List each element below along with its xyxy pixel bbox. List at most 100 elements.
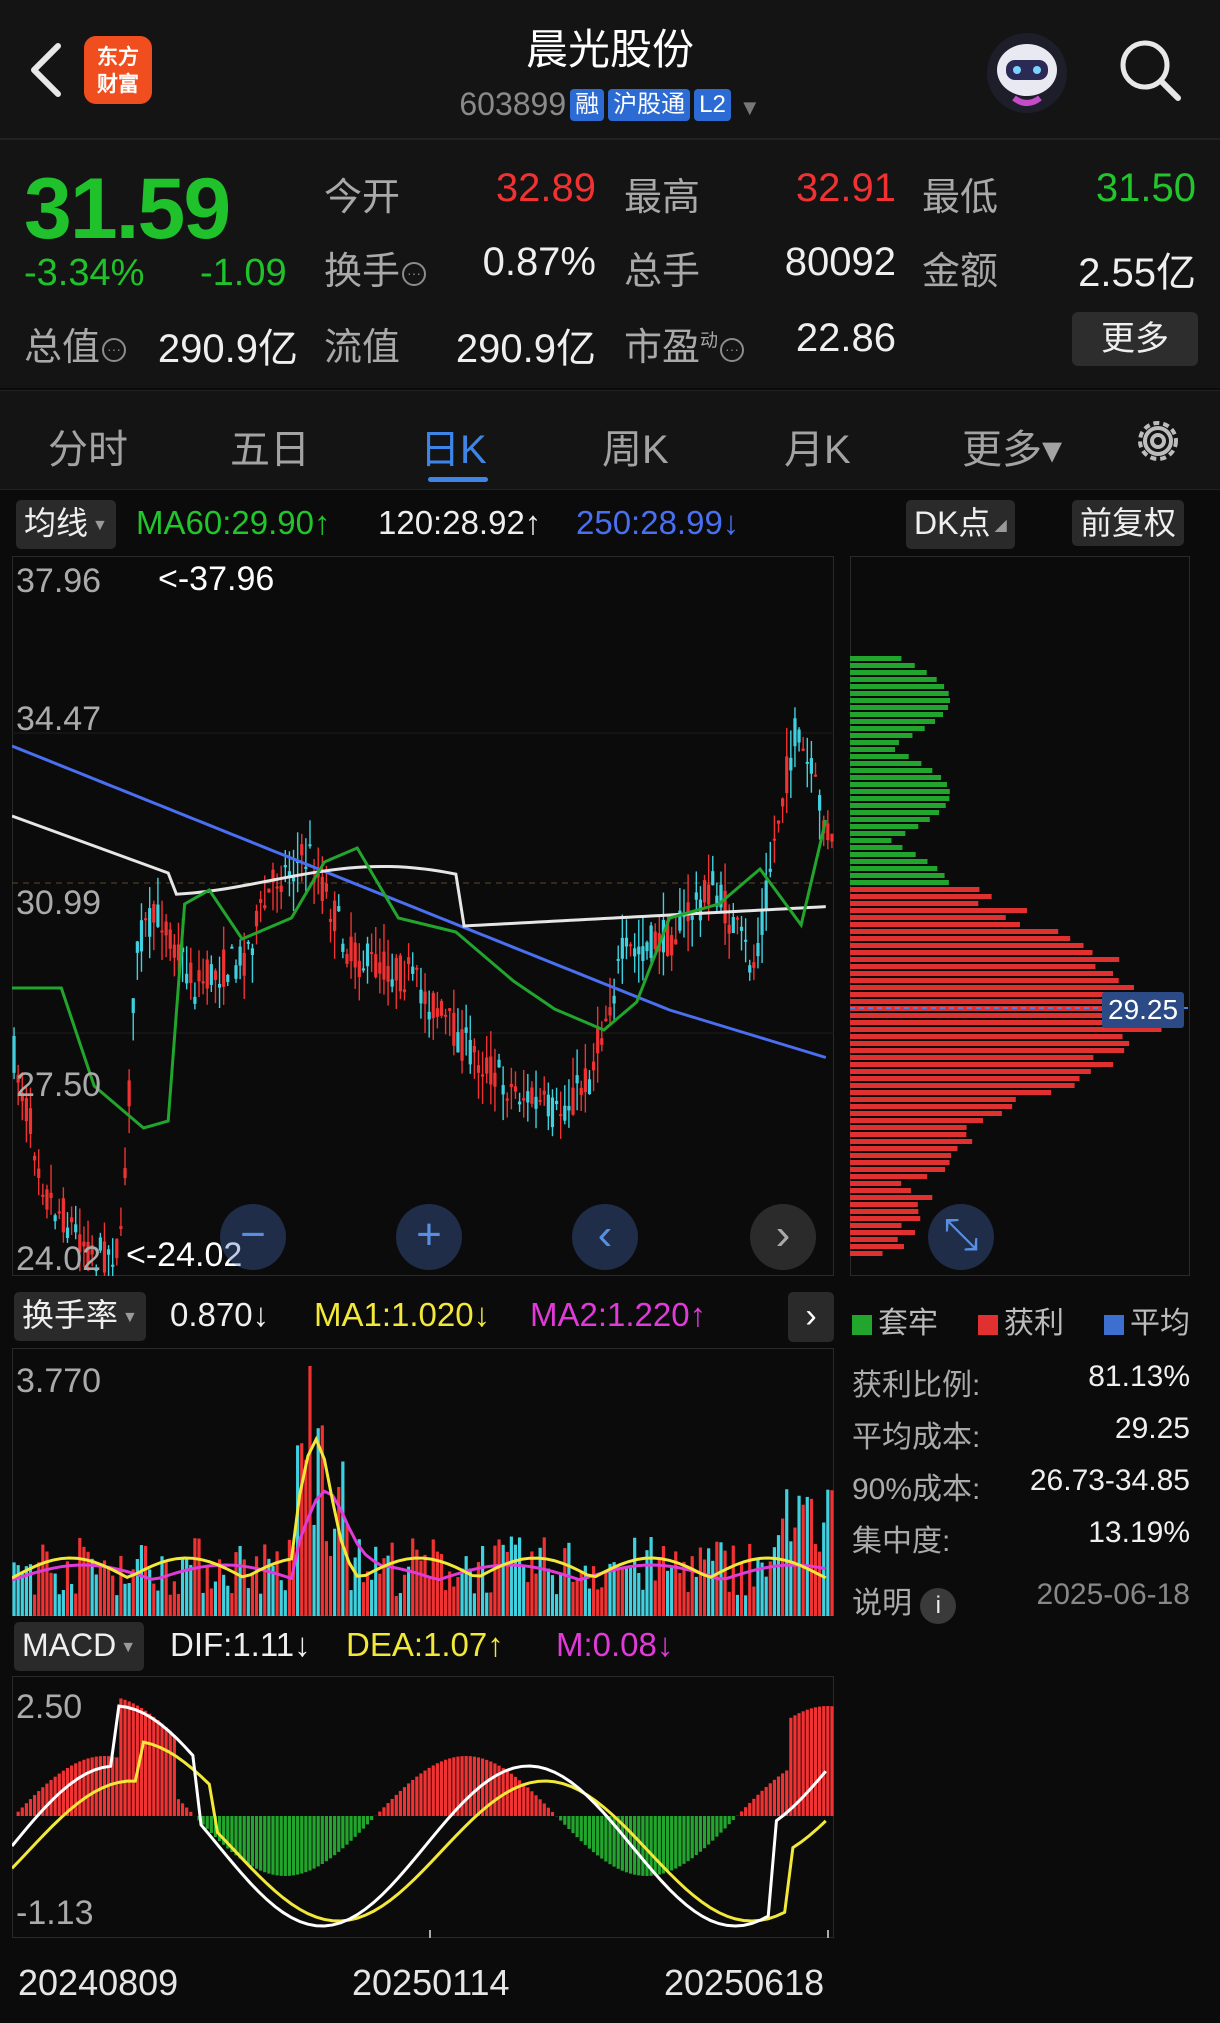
macd-bar [341,1816,345,1849]
candle-body [600,1038,604,1045]
tab-more[interactable]: 更多▾ [962,417,1062,475]
candle-body [33,1155,37,1161]
macd-bar [45,1783,49,1816]
assistant-robot-icon[interactable] [984,30,1070,116]
macd-chart [12,1676,834,1938]
macd-selector[interactable]: MACD ▼ [14,1622,145,1671]
scroll-left-button[interactable]: ‹ [572,1204,638,1270]
tab-intraday[interactable]: 分时 [48,417,128,475]
search-icon[interactable] [1114,34,1186,106]
candle-body [620,937,624,959]
info-icon[interactable]: i [920,1588,957,1624]
scroll-right-button[interactable]: › [750,1204,816,1270]
turnover-bar [189,1564,193,1616]
macd-bar [423,1770,427,1816]
turnover-value: 0.87% [482,240,596,284]
macd-bar [731,1816,735,1820]
turnover-bar [587,1588,592,1616]
turnover-bar [324,1541,329,1616]
macd-bar [316,1816,320,1867]
candle-body [407,957,411,964]
candle-body [164,921,168,936]
x-axis-end: 20250618 [664,1962,825,2003]
candle-body [608,1007,612,1016]
note-label[interactable]: 说明 i [852,1578,957,1624]
kline-chart[interactable] [12,556,834,1276]
macd-bar [283,1816,287,1876]
macd-bar [813,1707,818,1816]
chip-bar [850,1118,983,1123]
candle-body [591,1061,596,1071]
candle-body [653,931,657,950]
chip-bar [850,866,938,871]
candle-body [604,1018,608,1022]
macd-bar [308,1816,312,1871]
turnover-bar [254,1556,259,1616]
turnover-bar [283,1590,287,1616]
turnover-bar [370,1579,374,1616]
tab-monthly-k[interactable]: 月K [784,417,851,475]
turnover-bar [452,1586,456,1616]
info-icon[interactable]: ··· [402,262,427,286]
turnover-bar [106,1565,111,1616]
candle-body [497,1059,501,1068]
tab-5day[interactable]: 五日 [230,417,310,475]
chip-bar [850,1153,952,1158]
turnover-chart [12,1348,834,1616]
macd-bar [254,1816,259,1869]
turnover-bar [456,1577,460,1616]
macd-bar [698,1816,703,1852]
adjust-selector[interactable]: 前复权 [1072,500,1185,546]
chip-bar [850,1048,1125,1053]
info-icon[interactable]: ··· [102,338,127,362]
float-label: 流值 [324,327,401,369]
candle-body [148,908,152,937]
tab-daily-k[interactable]: 日K [420,417,487,475]
turnover-bar [768,1561,772,1616]
turnover-bar [641,1589,645,1616]
ma250-legend: 250:28.99↓ [576,504,740,541]
ma-selector[interactable]: 均线 ▼ [16,500,116,549]
macd-y-top: 2.50 [16,1688,83,1726]
more-quote-button[interactable]: 更多 [1072,312,1198,366]
turnover-bar [694,1576,698,1616]
info-icon[interactable]: ··· [720,338,745,362]
turnover-bar [517,1537,522,1616]
turnover-bar [172,1581,176,1616]
ma60-legend: MA60:29.90↑ [136,504,331,541]
macd-bar [78,1761,82,1816]
dropdown-icon[interactable]: ▼ [739,95,761,120]
turnover-bar [33,1594,37,1616]
candle-body [575,1075,579,1084]
expand-chip-icon[interactable]: ⤡ [928,1204,994,1270]
back-icon[interactable] [22,40,70,100]
chip-bar [850,691,949,696]
turnover-bar [513,1544,518,1616]
candle-body [628,944,633,947]
candle-body [472,1045,476,1053]
macd-bar [82,1759,86,1816]
macd-bar [123,1699,127,1816]
macd-bar [830,1706,834,1816]
macd-bar [378,1811,382,1816]
gear-icon[interactable] [1130,413,1186,469]
turnover-bar [628,1568,633,1616]
chip-bar [850,943,1084,948]
turnover-selector[interactable]: 换手率 ▼ [14,1292,146,1341]
zoom-out-button[interactable]: − [220,1204,286,1270]
tab-weekly-k[interactable]: 周K [602,417,669,475]
change-amount: -1.09 [200,252,287,294]
turnover-bar [357,1539,361,1616]
turnover-bar [213,1581,218,1616]
candle-body [217,983,222,988]
candle-body [300,844,304,856]
active-tab-indicator [428,477,488,482]
chevron-right-icon[interactable]: › [788,1292,834,1342]
macd-bar [448,1758,452,1816]
dk-point-selector[interactable]: DK点 ◢ [906,500,1015,549]
zoom-in-button[interactable]: + [396,1204,462,1270]
candle-body [694,892,698,900]
chip-bar [850,803,946,808]
macd-bar [711,1816,715,1841]
turnover-bar [394,1595,398,1616]
